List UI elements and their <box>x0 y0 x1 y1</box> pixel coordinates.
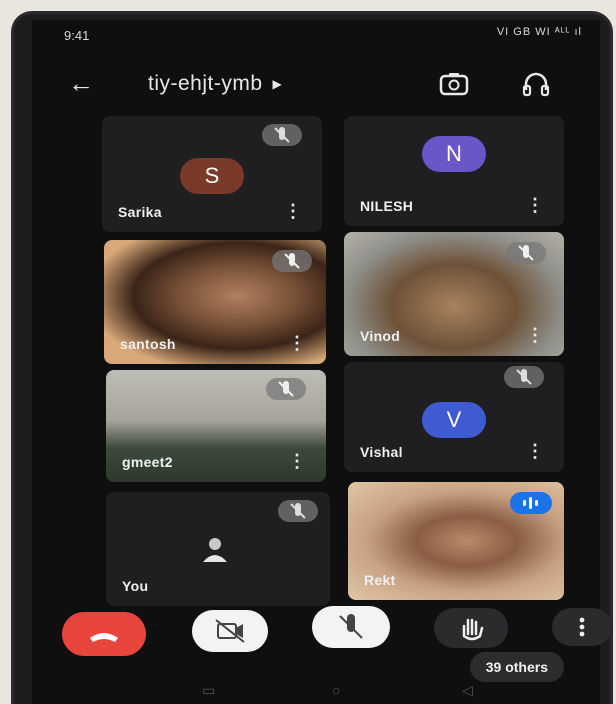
mic-off-icon <box>504 366 544 388</box>
avatar: S <box>180 158 244 194</box>
phone-frame: 9:41 VI GB WI ᴬᴸᴸ ıl ← tiy-ehjt-ymb ▶ S S… <box>14 14 610 704</box>
switch-camera-icon[interactable] <box>438 70 470 98</box>
more-vert-icon[interactable]: ⋮ <box>526 196 544 214</box>
meet-screen: 9:41 VI GB WI ᴬᴸᴸ ıl ← tiy-ehjt-ymb ▶ S S… <box>32 20 610 704</box>
participant-name: You <box>122 578 149 594</box>
participant-tile-you[interactable]: You <box>106 492 330 606</box>
participant-tile-nilesh[interactable]: N NILESH ⋮ <box>344 116 564 226</box>
android-nav-bar: ▭ ○ ◁ <box>32 676 600 704</box>
mic-off-icon <box>272 250 312 272</box>
back-arrow-icon[interactable]: ← <box>68 70 94 96</box>
status-bar: 9:41 VI GB WI ᴬᴸᴸ ıl <box>32 20 600 54</box>
camera-toggle-button[interactable] <box>192 610 268 652</box>
participant-tile-santosh[interactable]: santosh ⋮ <box>104 240 326 364</box>
speaking-indicator-icon <box>510 492 552 514</box>
meeting-code-text: tiy-ehjt-ymb <box>148 72 263 95</box>
participant-name: NILESH <box>360 198 414 214</box>
more-vert-icon[interactable]: ⋮ <box>526 442 544 460</box>
headphones-icon[interactable] <box>520 70 552 98</box>
meeting-code[interactable]: tiy-ehjt-ymb ▶ <box>148 72 282 96</box>
self-video-thumbnail <box>200 536 230 562</box>
participant-name: gmeet2 <box>122 454 173 470</box>
participant-name: Rekt <box>364 572 396 588</box>
more-vert-icon[interactable]: ⋮ <box>288 334 306 352</box>
participant-tile-sarika[interactable]: S Sarika ⋮ <box>102 116 322 232</box>
top-bar: ← tiy-ehjt-ymb ▶ <box>32 60 600 110</box>
more-vert-icon[interactable]: ⋮ <box>288 452 306 470</box>
participant-name: Vinod <box>360 328 401 344</box>
avatar: V <box>422 402 486 438</box>
nav-recent-icon[interactable]: ▭ <box>202 682 215 699</box>
raise-hand-button[interactable] <box>434 608 508 648</box>
end-call-button[interactable] <box>62 612 146 656</box>
caret-right-icon: ▶ <box>272 77 283 92</box>
participant-tile-vinod[interactable]: Vinod ⋮ <box>344 232 564 356</box>
mic-off-icon <box>262 124 302 146</box>
more-vert-icon[interactable]: ⋮ <box>526 326 544 344</box>
participant-tile-rekt[interactable]: Rekt <box>348 482 564 600</box>
status-icons: VI GB WI ᴬᴸᴸ ıl <box>496 26 582 38</box>
more-vert-icon[interactable]: ⋮ <box>284 202 302 220</box>
status-time: 9:41 <box>64 28 90 43</box>
avatar: N <box>422 136 486 172</box>
participant-name: Vishal <box>360 444 403 460</box>
mic-toggle-button[interactable] <box>312 606 390 648</box>
participant-name: Sarika <box>118 204 162 220</box>
participant-tile-gmeet2[interactable]: gmeet2 ⋮ <box>106 370 326 482</box>
mic-off-icon <box>266 378 306 400</box>
participant-name: santosh <box>120 336 176 352</box>
call-controls <box>32 606 610 670</box>
participant-tile-vishal[interactable]: V Vishal ⋮ <box>344 362 564 472</box>
more-options-button[interactable] <box>552 608 610 646</box>
nav-back-icon[interactable]: ◁ <box>462 682 473 699</box>
mic-off-icon <box>278 500 318 522</box>
nav-home-icon[interactable]: ○ <box>332 682 340 698</box>
mic-off-icon <box>506 242 546 264</box>
